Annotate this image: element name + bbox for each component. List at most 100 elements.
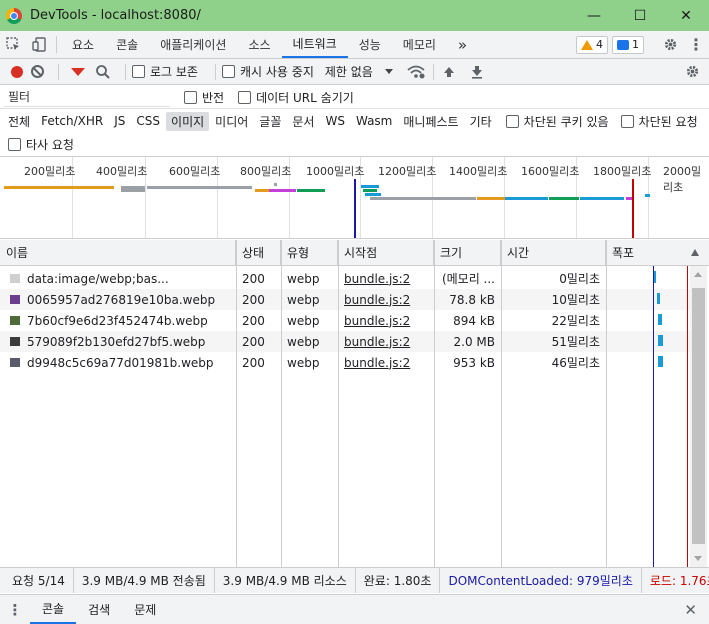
third-party-checkbox[interactable] (8, 138, 21, 151)
type-filter-1[interactable]: Fetch/XHR (36, 113, 108, 129)
message-icon (617, 39, 629, 50)
table-row[interactable]: 0065957ad276819e10ba.webp 200 webp bundle.j… (0, 289, 690, 310)
status-cell: 200 (236, 289, 281, 310)
initiator-link-text[interactable]: bundle.js:2 (344, 335, 410, 349)
type-cell: webp (281, 352, 338, 373)
scrollbar-thumb[interactable] (692, 288, 705, 544)
overview-timeline[interactable]: 200밀리초 400밀리초 600밀리초 800밀리초 1000밀리초 1200밀리초 14… (0, 157, 709, 239)
type-filter-5[interactable]: 미디어 (210, 112, 253, 131)
drawer-tab-1[interactable]: 검색 (76, 595, 122, 624)
filter-bar: 반전 데이터 URL 숨기기 (0, 86, 709, 109)
drawer-tab-0[interactable]: 콘솔 (30, 595, 77, 624)
type-filter-3[interactable]: CSS (131, 113, 165, 129)
table-row[interactable]: 7b60cf9e6d23f452474b.webp 200 webp bundle.j… (0, 310, 690, 331)
tab-panel-1[interactable]: 콘솔 (105, 31, 149, 58)
preserve-log-checkbox[interactable] (132, 65, 145, 78)
network-settings-gear-icon[interactable] (679, 64, 705, 79)
type-filter-7[interactable]: 문서 (287, 112, 319, 131)
type-filter-8[interactable]: WS (320, 113, 349, 129)
initiator-link[interactable]: bundle.js:2 (338, 268, 434, 289)
tab-panel-4[interactable]: 네트워크 (281, 31, 348, 58)
drawer-menu-icon[interactable]: ⋮ (0, 601, 30, 619)
initiator-link-text[interactable]: bundle.js:2 (344, 314, 410, 328)
table-row[interactable]: 579089f2b130efd27bf5.webp 200 webp bundle.j… (0, 331, 690, 352)
inspect-element-icon[interactable] (0, 31, 26, 58)
type-filter-11[interactable]: 기타 (465, 112, 497, 131)
load-time: 로드: 1.76초 (649, 574, 709, 588)
filter-funnel-icon[interactable] (71, 67, 85, 76)
time-cell: 51밀리초 (501, 331, 606, 352)
disable-cache-checkbox[interactable] (221, 65, 235, 78)
search-icon[interactable] (95, 64, 111, 80)
image-thumbnail-icon (10, 337, 20, 346)
table-row[interactable]: data:image/webp;bas... 200 webp bundle.js:2… (0, 268, 690, 289)
drawer-tab-2[interactable]: 문제 (122, 595, 168, 624)
initiator-link-text[interactable]: bundle.js:2 (344, 272, 410, 286)
type-filter-6[interactable]: 글꼴 (254, 112, 286, 131)
warnings-badge[interactable]: 4 (576, 35, 608, 54)
export-har-icon[interactable] (470, 65, 484, 79)
request-count: 요청 5/14 (0, 568, 74, 593)
tab-panel-6[interactable]: 메모리 (392, 31, 447, 58)
tab-panel-5[interactable]: 성능 (348, 31, 392, 58)
scroll-down-icon[interactable] (694, 556, 702, 561)
type-filter-2[interactable]: JS (109, 113, 130, 129)
initiator-link[interactable]: bundle.js:2 (338, 289, 434, 310)
request-name-cell: 7b60cf9e6d23f452474b.webp (0, 310, 236, 331)
tab-panel-0[interactable]: 요소 (61, 31, 105, 58)
column-type-header[interactable]: 유형 (281, 240, 338, 265)
initiator-link[interactable]: bundle.js:2 (338, 331, 434, 352)
more-tabs-button[interactable]: » (447, 31, 478, 58)
type-filter-4[interactable]: 이미지 (166, 111, 210, 131)
more-options-icon[interactable]: ⋮ (683, 35, 709, 54)
column-name-header[interactable]: 이름 (0, 240, 236, 265)
scroll-up-icon[interactable] (694, 272, 702, 277)
column-initiator-header[interactable]: 시작점 (338, 240, 434, 265)
filter-input[interactable] (4, 87, 170, 107)
chrome-logo-icon (6, 7, 22, 24)
initiator-link[interactable]: bundle.js:2 (338, 352, 434, 373)
blocked-requests-checkbox[interactable] (620, 114, 634, 128)
maximize-button[interactable]: ☐ (617, 0, 663, 31)
column-status-header[interactable]: 상태 (236, 240, 281, 265)
chevron-down-icon[interactable] (384, 69, 393, 74)
minimize-button[interactable]: — (571, 0, 617, 31)
initiator-link-text[interactable]: bundle.js:2 (344, 293, 410, 307)
initiator-link-text[interactable]: bundle.js:2 (344, 356, 410, 370)
initiator-link[interactable]: bundle.js:2 (338, 310, 434, 331)
device-toolbar-icon[interactable] (26, 31, 52, 58)
throttling-select[interactable]: 제한 없음 (325, 63, 373, 80)
tab-panel-3[interactable]: 소스 (237, 31, 281, 58)
preserve-log-label: 로그 보존 (150, 65, 198, 79)
column-time-header[interactable]: 시간 (501, 240, 606, 265)
overview-tick-label: 2000밀리초 (663, 165, 702, 194)
third-party-label: 타사 요청 (26, 138, 74, 152)
record-icon[interactable] (11, 65, 23, 78)
clear-icon[interactable] (31, 65, 44, 78)
type-filter-10[interactable]: 매니페스트 (398, 112, 463, 131)
settings-gear-icon[interactable] (657, 37, 683, 52)
import-har-icon[interactable] (442, 65, 456, 79)
table-row[interactable]: d9948c5c69a77d01981b.webp 200 webp bundle.j… (0, 352, 690, 373)
close-drawer-icon[interactable]: ✕ (684, 601, 697, 619)
blocked-cookies-checkbox[interactable] (505, 114, 519, 128)
waterfall-bar (658, 314, 662, 325)
type-filter-0[interactable]: 전체 (3, 112, 35, 131)
image-thumbnail-icon (10, 295, 20, 304)
invert-checkbox[interactable] (184, 90, 197, 104)
request-name-cell: d9948c5c69a77d01981b.webp (0, 352, 236, 373)
status-cell-text: 200 (242, 334, 265, 349)
close-window-button[interactable]: ✕ (663, 0, 709, 31)
messages-badge[interactable]: 1 (612, 35, 644, 54)
dom-content-loaded-time: DOMContentLoaded: 979밀리초 (440, 568, 642, 593)
network-conditions-icon[interactable] (407, 65, 425, 79)
type-filter-9[interactable]: Wasm (351, 113, 397, 129)
time-cell-text: 51밀리초 (551, 335, 600, 349)
overview-tick-label: 1400밀리초 (449, 165, 508, 178)
table-scrollbar[interactable] (690, 266, 707, 567)
tab-panel-2[interactable]: 애플리케이션 (149, 31, 237, 58)
column-waterfall-header[interactable]: 폭포 (606, 240, 709, 265)
column-size-header[interactable]: 크기 (434, 240, 501, 265)
hide-data-urls-checkbox[interactable] (238, 90, 252, 104)
window-title: DevTools - localhost:8080/ (30, 8, 201, 23)
